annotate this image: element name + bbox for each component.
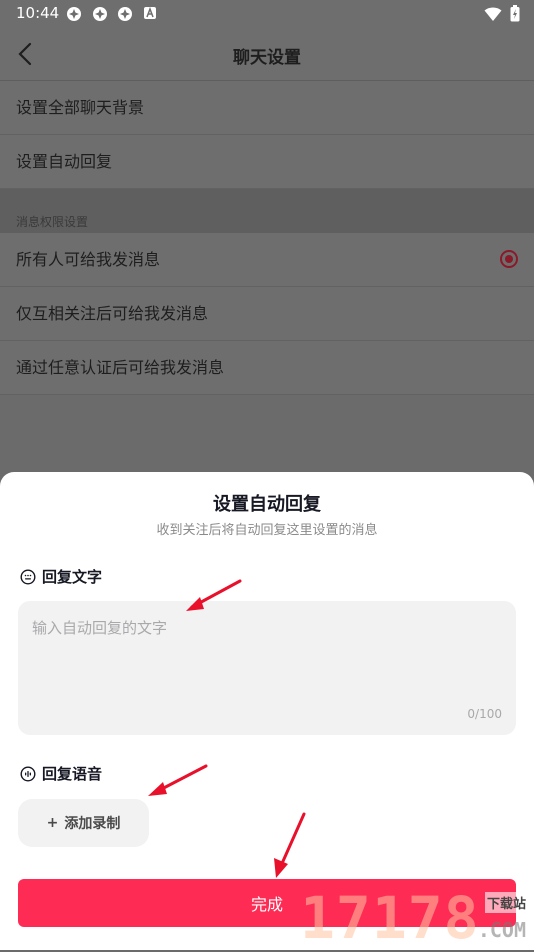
watermark-caption: 下载站 [484, 892, 528, 913]
reply-text-input[interactable] [18, 601, 516, 735]
done-button-label: 完成 [250, 895, 283, 914]
a-icon [143, 6, 159, 22]
status-bar: 10:44 [0, 0, 534, 28]
permission-option-mutual-follow[interactable]: 仅互相关注后可给我发消息 [0, 287, 534, 341]
watermark-domain: .COM [477, 918, 526, 942]
status-right-icons [484, 5, 520, 26]
reply-text-label: 回复文字 [20, 566, 102, 587]
reply-voice-label: 回复语音 [20, 763, 102, 784]
plus-icon: + [46, 815, 59, 831]
annotation-arrow-icon [274, 812, 306, 878]
battery-icon [510, 5, 520, 26]
wifi-icon [484, 6, 502, 26]
char-counter: 0/100 [467, 707, 502, 721]
watermark-digits: 17178 [300, 884, 480, 952]
annotation-arrow-icon [186, 579, 242, 611]
watermark-logo: 17178 下载站 .COM [300, 880, 530, 952]
status-time: 10:44 [16, 4, 60, 22]
annotation-arrow-icon [148, 764, 208, 796]
setting-chat-background[interactable]: 设置全部聊天背景 [0, 81, 534, 135]
permission-option-verified[interactable]: 通过任意认证后可给我发消息 [0, 341, 534, 395]
settings-list: 设置全部聊天背景 设置自动回复 消息权限设置 所有人可给我发消息 仅互相关注后可… [0, 81, 534, 395]
nav-bar: 聊天设置 [0, 28, 534, 81]
permission-option-label: 通过任意认证后可给我发消息 [16, 358, 225, 377]
section-header-message-permissions: 消息权限设置 [0, 189, 534, 233]
app-notification-icon [117, 6, 133, 22]
app-notification-icon [66, 6, 82, 22]
permission-option-everyone[interactable]: 所有人可给我发消息 [0, 233, 534, 287]
page-title: 聊天设置 [233, 48, 301, 68]
add-recording-button[interactable]: + 添加录制 [18, 799, 149, 847]
sheet-title: 设置自动回复 [213, 494, 321, 515]
permission-option-label: 仅互相关注后可给我发消息 [16, 304, 209, 323]
add-recording-label: 添加录制 [64, 816, 121, 832]
reply-voice-label-text: 回复语音 [42, 765, 103, 783]
keyboard-icon [20, 568, 36, 585]
setting-auto-reply[interactable]: 设置自动回复 [0, 135, 534, 189]
reply-text-label-text: 回复文字 [42, 568, 103, 586]
permission-option-label: 所有人可给我发消息 [16, 250, 161, 269]
reply-text-box: 0/100 [18, 601, 516, 735]
radio-selected-icon[interactable] [500, 250, 518, 268]
sheet-subtitle: 收到关注后将自动回复这里设置的消息 [156, 523, 378, 538]
app-notification-icon [92, 6, 108, 22]
voice-wave-icon [20, 765, 36, 782]
